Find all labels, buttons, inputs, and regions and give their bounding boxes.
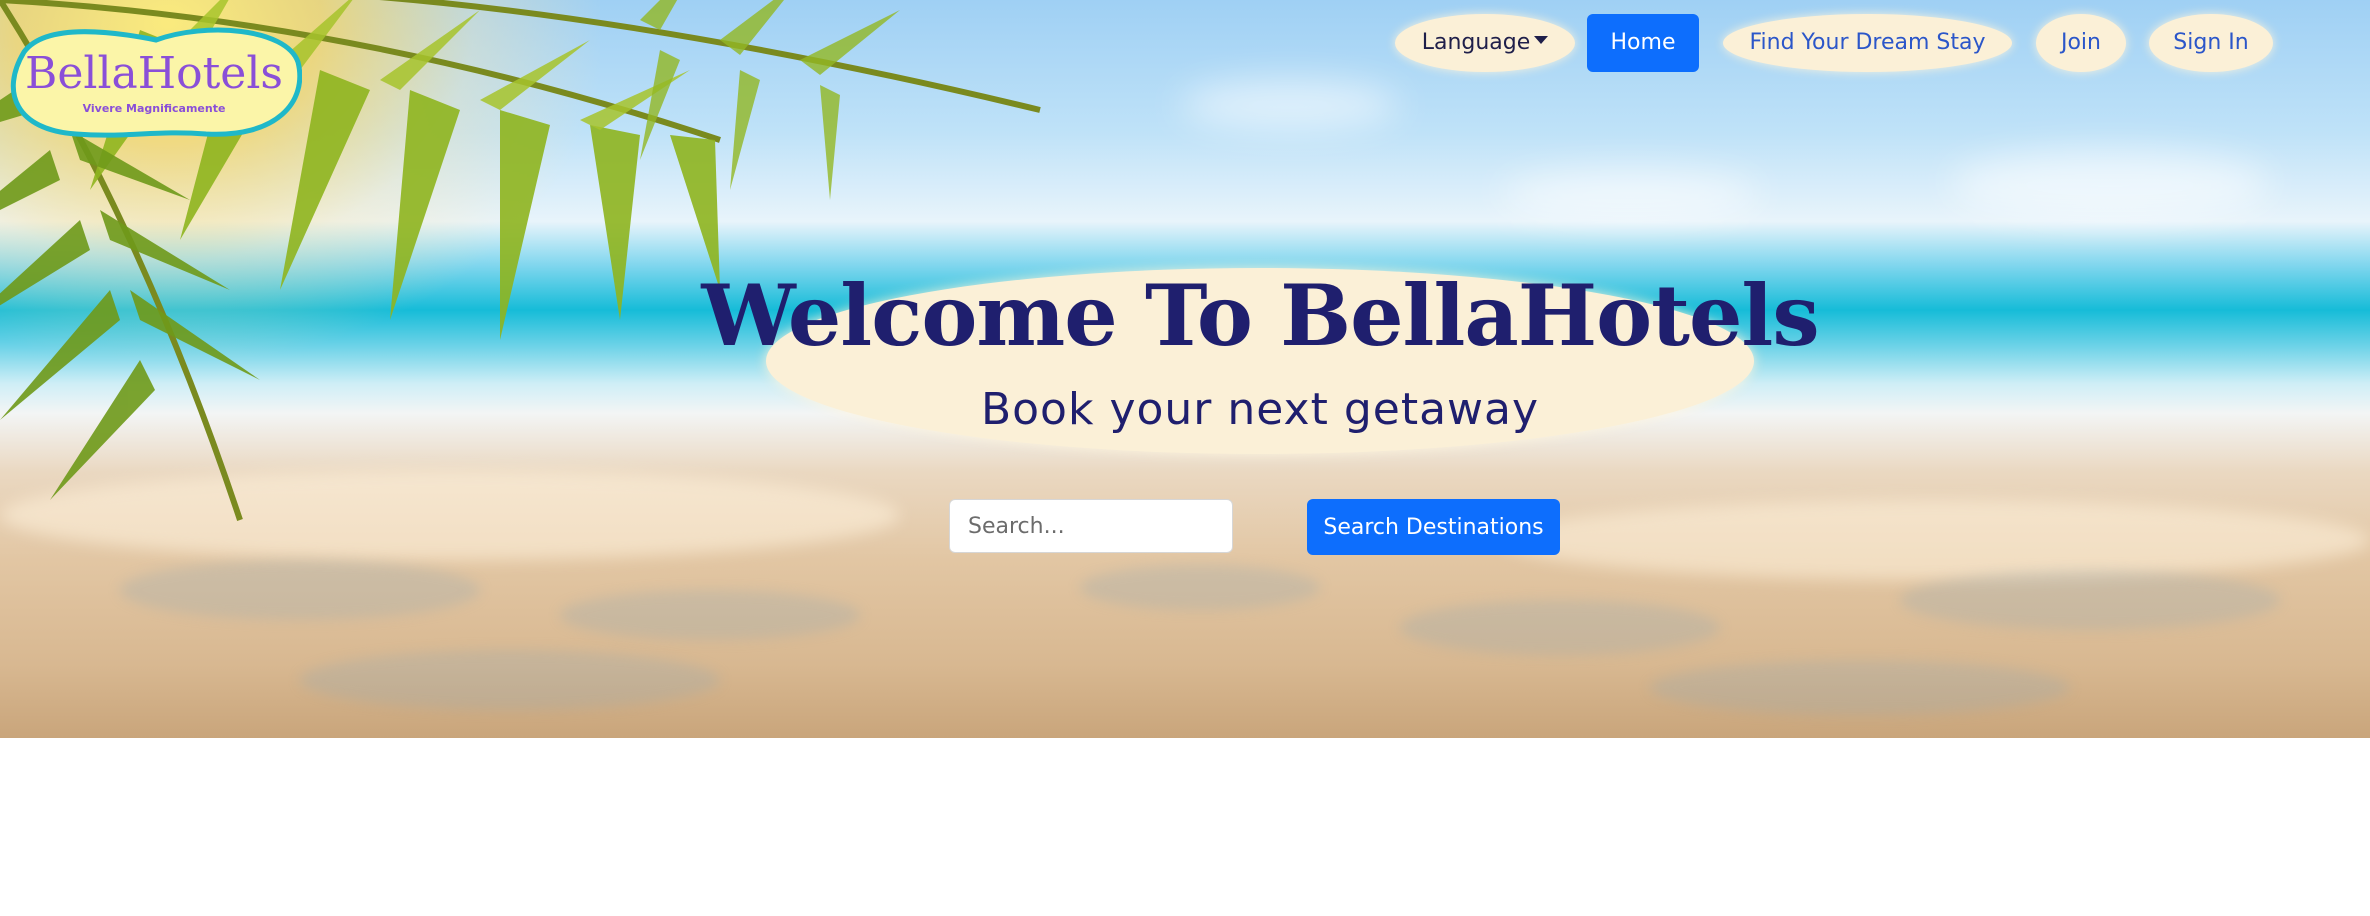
logo-tagline: Vivere Magnificamente	[82, 102, 226, 115]
brand-logo[interactable]: BellaHotels Vivere Magnificamente	[6, 22, 302, 138]
sand-dune	[300, 650, 720, 710]
sand-dune	[1900, 570, 2280, 630]
nav-home-button[interactable]: Home	[1587, 14, 1699, 72]
nav-join[interactable]: Join	[2036, 14, 2126, 72]
logo-name: BellaHotels	[25, 48, 283, 99]
search-input[interactable]	[949, 499, 1233, 553]
sand-dune	[560, 590, 860, 640]
search-destinations-button[interactable]: Search Destinations	[1307, 499, 1560, 555]
nav-find-dream-stay[interactable]: Find Your Dream Stay	[1723, 14, 2012, 72]
caret-down-icon	[1534, 36, 1549, 44]
page-title: Welcome To BellaHotels	[701, 266, 1819, 365]
language-dropdown[interactable]: Language	[1395, 14, 1575, 72]
sand-highlight	[1500, 500, 2370, 580]
page-subtitle: Book your next getaway	[980, 384, 1540, 435]
sand-dune	[1650, 660, 2070, 715]
language-label: Language	[1421, 30, 1531, 55]
sand-dune	[1400, 600, 1720, 655]
cloud	[1950, 150, 2270, 220]
nav-sign-in[interactable]: Sign In	[2149, 14, 2273, 72]
cloud	[1180, 80, 1400, 130]
cloud	[1500, 170, 1760, 220]
